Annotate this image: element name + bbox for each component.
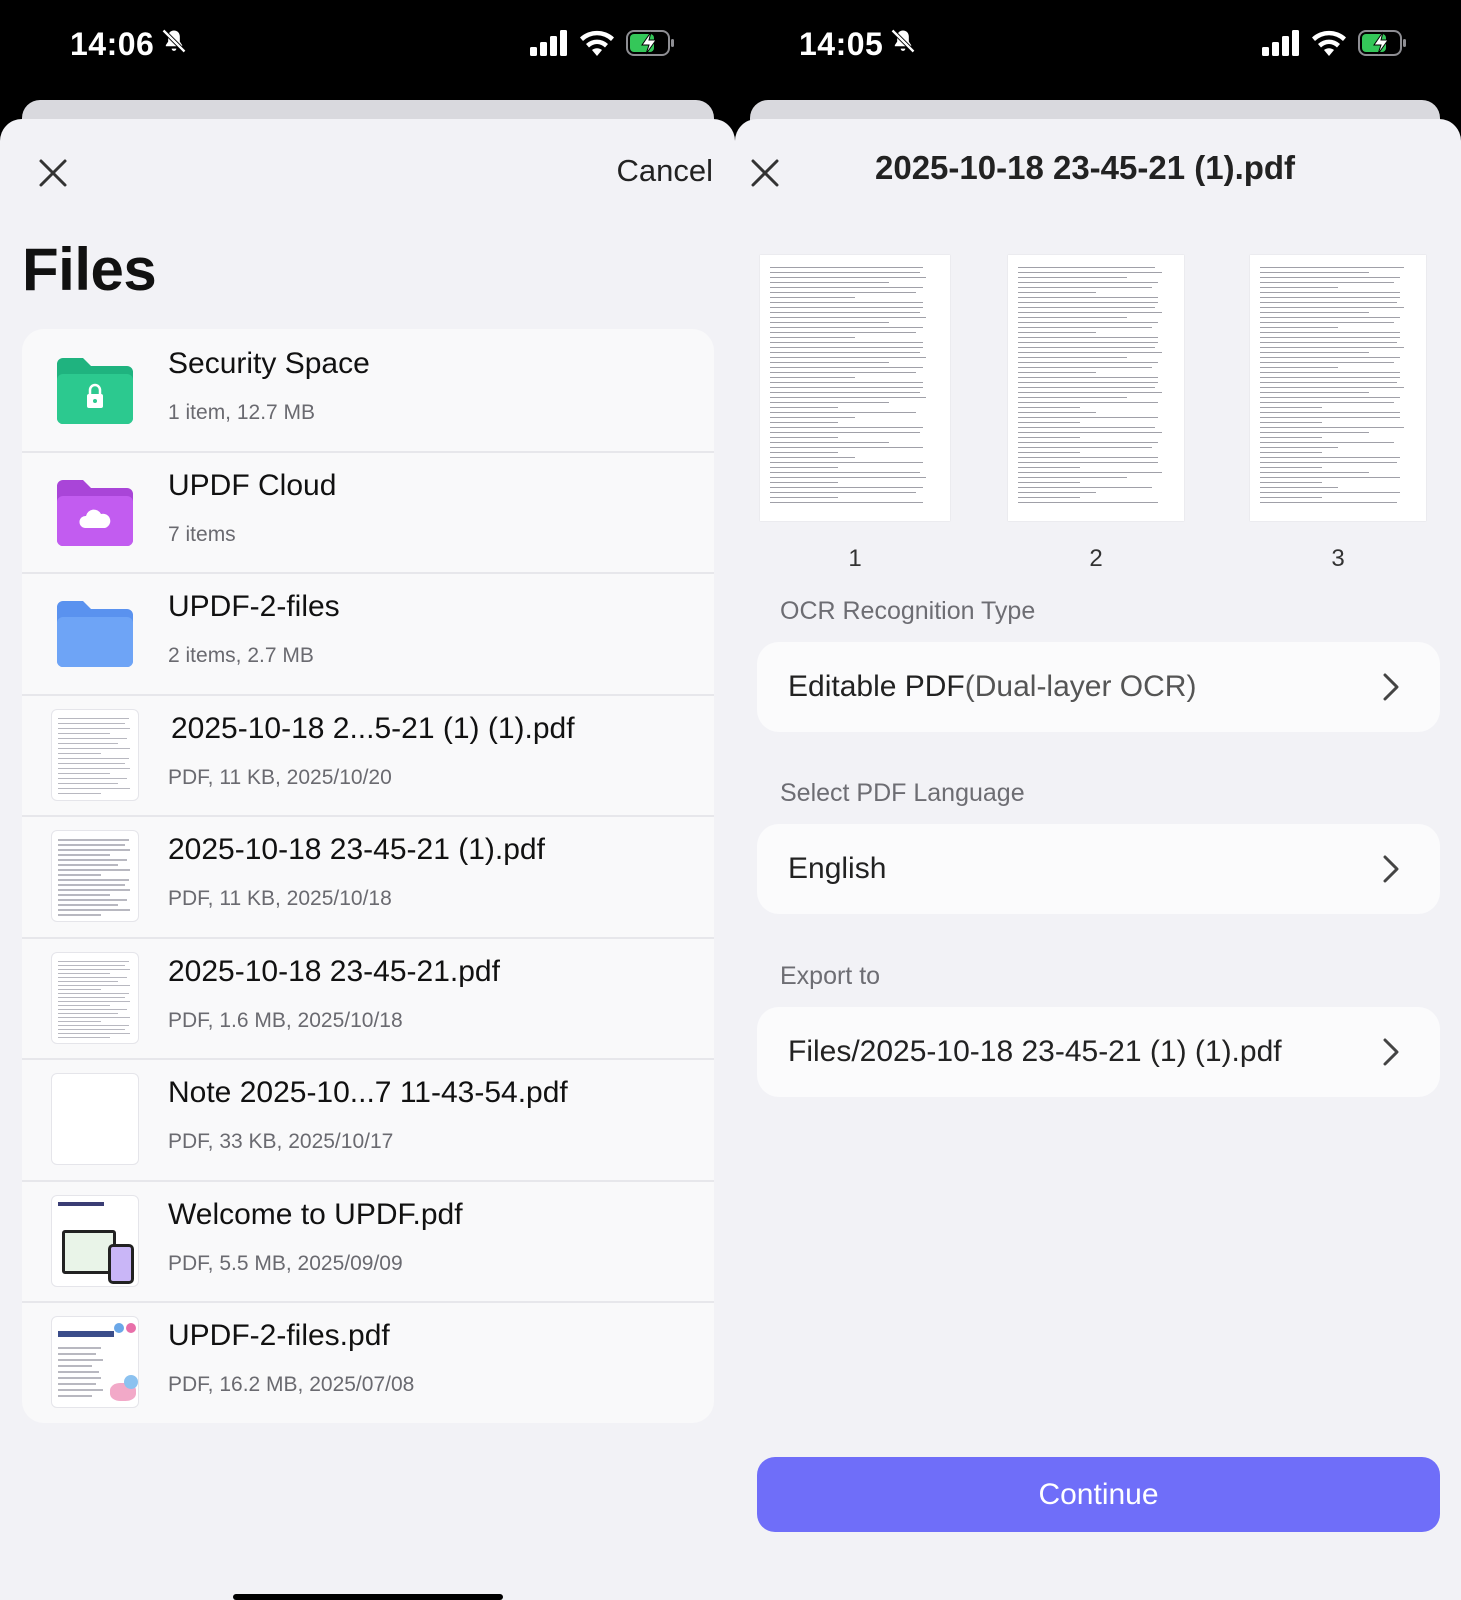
status-bar: 14:05 [735, 0, 1461, 100]
bell-slash-icon [889, 26, 917, 63]
ocr-type-label: OCR Recognition Type [780, 597, 1036, 625]
file-name: 2025-10-18 23-45-21.pdf [168, 954, 500, 988]
file-name: 2025-10-18 23-45-21 (1).pdf [168, 833, 545, 866]
status-time: 14:05 [799, 26, 884, 62]
language-label: Select PDF Language [780, 779, 1025, 807]
file-name: Note 2025-10...7 11-43-54.pdf [168, 1076, 568, 1109]
files-sheet: Cancel Files Security Space 1 item, 12.7… [0, 119, 735, 1600]
file-name: UPDF Cloud [168, 468, 337, 502]
file-name: UPDF-2-files.pdf [168, 1319, 390, 1352]
page-thumbnail-3[interactable] [1250, 255, 1426, 521]
ocr-screen: 14:05 2025-10-18 23-45-21 (1).pdf 1 2 3 … [735, 0, 1461, 1600]
file-list-item-pdf[interactable]: 2025-10-18 2...5-21 (1) (1).pdf PDF, 11 … [22, 693, 714, 816]
chevron-right-icon [1383, 673, 1399, 701]
brochure-pdf-thumbnail [51, 1316, 139, 1408]
folder-icon [50, 588, 140, 678]
ocr-sheet: 2025-10-18 23-45-21 (1).pdf 1 2 3 OCR Re… [735, 119, 1461, 1600]
lock-folder-icon [50, 345, 140, 435]
file-list: Security Space 1 item, 12.7 MB UPDF Clou… [22, 329, 714, 1423]
page-number: 1 [848, 545, 862, 572]
close-button[interactable] [745, 153, 785, 193]
cloud-folder-icon [50, 467, 140, 557]
page-title: Files [22, 236, 157, 303]
file-list-item-updf-2-files[interactable]: UPDF-2-files 2 items, 2.7 MB [22, 572, 714, 694]
file-list-item-updf-cloud[interactable]: UPDF Cloud 7 items [22, 450, 714, 573]
battery-charging-icon [626, 30, 676, 61]
file-meta: 2 items, 2.7 MB [168, 644, 314, 667]
file-list-item-pdf[interactable]: 2025-10-18 23-45-21.pdf PDF, 1.6 MB, 202… [22, 936, 714, 1059]
file-meta: 7 items [168, 522, 236, 546]
ocr-type-selector[interactable]: Editable PDF(Dual-layer OCR) [757, 642, 1440, 732]
file-meta: 1 item, 12.7 MB [168, 401, 316, 424]
bell-slash-icon [160, 26, 188, 63]
page-thumbnail-1[interactable] [760, 255, 950, 521]
file-meta: PDF, 11 KB, 2025/10/20 [168, 765, 392, 789]
file-list-item-welcome[interactable]: Welcome to UPDF.pdf PDF, 5.5 MB, 2025/09… [22, 1179, 714, 1302]
file-meta: PDF, 16.2 MB, 2025/07/08 [168, 1373, 415, 1396]
page-number: 2 [1089, 545, 1103, 572]
continue-button[interactable]: Continue [757, 1457, 1440, 1532]
home-indicator [233, 1594, 503, 1600]
file-list-item-note[interactable]: Note 2025-10...7 11-43-54.pdf PDF, 33 KB… [22, 1058, 714, 1180]
file-name: Welcome to UPDF.pdf [168, 1197, 463, 1231]
file-meta: PDF, 5.5 MB, 2025/09/09 [168, 1251, 403, 1275]
close-icon [751, 159, 779, 187]
close-icon [39, 159, 67, 187]
ocr-type-subvalue: (Dual-layer OCR) [964, 670, 1197, 703]
document-title: 2025-10-18 23-45-21 (1).pdf [875, 149, 1296, 186]
export-destination-selector[interactable]: Files/2025-10-18 23-45-21 (1) (1).pdf [757, 1007, 1440, 1097]
file-meta: PDF, 1.6 MB, 2025/10/18 [168, 1008, 403, 1032]
welcome-pdf-thumbnail [51, 1194, 139, 1287]
export-value: Files/2025-10-18 23-45-21 (1) (1).pdf [788, 1035, 1282, 1068]
pdf-thumbnail [51, 830, 139, 922]
chevron-right-icon [1383, 1038, 1399, 1066]
page-number: 3 [1331, 545, 1345, 572]
close-button[interactable] [33, 153, 73, 193]
wifi-icon [580, 30, 614, 61]
files-screen: 14:06 Cancel Files Security Space 1 item… [0, 0, 735, 1600]
file-list-item-security-space[interactable]: Security Space 1 item, 12.7 MB [22, 329, 714, 451]
language-value: English [788, 852, 887, 885]
file-list-item-pdf[interactable]: 2025-10-18 23-45-21 (1).pdf PDF, 11 KB, … [22, 815, 714, 937]
pdf-thumbnail [51, 951, 139, 1044]
file-name: UPDF-2-files [168, 590, 340, 623]
language-selector[interactable]: English [757, 824, 1440, 914]
blank-pdf-thumbnail [51, 1073, 139, 1165]
file-name: 2025-10-18 2...5-21 (1) (1).pdf [171, 711, 575, 745]
cellular-signal-icon [1262, 30, 1300, 61]
export-label: Export to [780, 962, 881, 990]
wifi-icon [1312, 30, 1346, 61]
status-bar: 14:06 [0, 0, 735, 100]
page-thumbnail-2[interactable] [1008, 255, 1184, 521]
chevron-right-icon [1383, 855, 1399, 883]
battery-charging-icon [1358, 30, 1408, 61]
cancel-button[interactable]: Cancel [617, 153, 714, 189]
ocr-type-value: Editable PDF [788, 670, 965, 703]
file-meta: PDF, 11 KB, 2025/10/18 [168, 887, 392, 910]
cellular-signal-icon [530, 30, 568, 61]
file-name: Security Space [168, 347, 370, 380]
status-time: 14:06 [70, 26, 155, 62]
file-list-item-updf-2-files-pdf[interactable]: UPDF-2-files.pdf PDF, 16.2 MB, 2025/07/0… [22, 1301, 714, 1423]
file-meta: PDF, 33 KB, 2025/10/17 [168, 1130, 394, 1153]
pdf-thumbnail [51, 708, 139, 801]
page-previews: 1 2 3 [760, 255, 1446, 575]
